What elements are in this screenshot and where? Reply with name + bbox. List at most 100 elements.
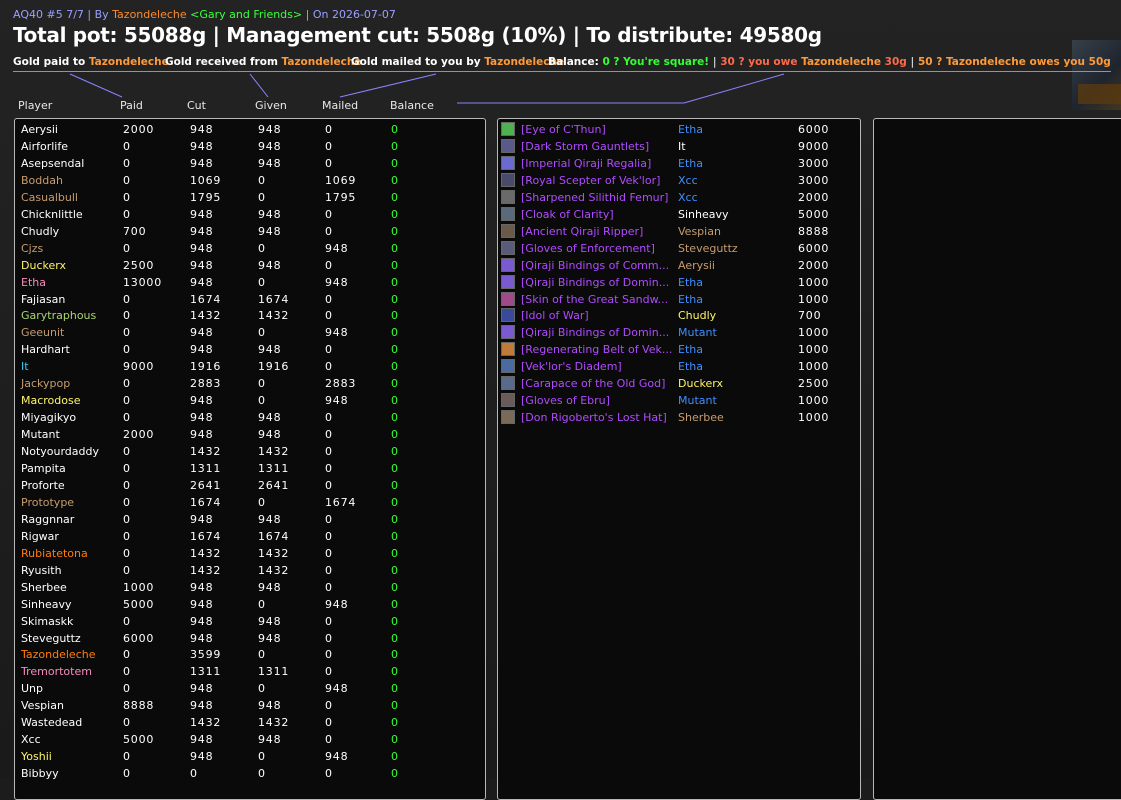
item-winner: Etha [678,275,703,289]
item-icon[interactable] [501,138,515,153]
loot-row[interactable]: [Qiraji Bindings of Comm... Aerysii 2000 [498,257,853,274]
player-row[interactable]: Mutant 2000 948 948 0 0 [15,426,475,443]
item-icon[interactable] [501,172,515,187]
loot-row[interactable]: [Royal Scepter of Vek'lor] Xcc 3000 [498,172,853,189]
player-row[interactable]: Wastedead 0 1432 1432 0 0 [15,714,475,731]
item-link[interactable]: [Skin of the Great Sandw... [521,291,668,308]
item-icon[interactable] [501,376,515,391]
player-row[interactable]: Notyourdaddy 0 1432 1432 0 0 [15,443,475,460]
loot-row[interactable]: [Skin of the Great Sandw... Etha 1000 [498,291,853,308]
player-row[interactable]: Chicknlittle 0 948 948 0 0 [15,206,475,223]
item-link[interactable]: [Dark Storm Gauntlets] [521,138,649,155]
player-row[interactable]: Ryusith 0 1432 1432 0 0 [15,562,475,579]
item-icon[interactable] [501,359,515,374]
loot-row[interactable]: [Qiraji Bindings of Domin... Mutant 1000 [498,324,853,341]
player-row[interactable]: Bibbyy 0 0 0 0 0 [15,765,475,782]
loot-row[interactable]: [Dark Storm Gauntlets] It 9000 [498,138,853,155]
item-link[interactable]: [Cloak of Clarity] [521,206,614,223]
player-row[interactable]: Duckerx 2500 948 948 0 0 [15,257,475,274]
player-mailed: 0 [325,360,333,374]
player-row[interactable]: Vespian 8888 948 948 0 0 [15,697,475,714]
player-row[interactable]: Raggnnar 0 948 948 0 0 [15,511,475,528]
player-row[interactable]: Macrodose 0 948 0 948 0 [15,392,475,409]
item-link[interactable]: [Imperial Qiraji Regalia] [521,155,651,172]
player-row[interactable]: Etha 13000 948 0 948 0 [15,274,475,291]
item-icon[interactable] [501,122,515,136]
player-row[interactable]: Asepsendal 0 948 948 0 0 [15,155,475,172]
item-icon[interactable] [501,410,515,425]
loot-row[interactable]: [Sharpened Silithid Femur] Xcc 2000 [498,189,853,206]
loot-row[interactable]: [Carapace of the Old God] Duckerx 2500 [498,375,853,392]
player-row[interactable]: Xcc 5000 948 948 0 0 [15,731,475,748]
item-link[interactable]: [Royal Scepter of Vek'lor] [521,172,660,189]
player-row[interactable]: Sherbee 1000 948 948 0 0 [15,579,475,596]
player-paid: 0 [123,411,131,425]
player-row[interactable]: Hardhart 0 948 948 0 0 [15,341,475,358]
item-link[interactable]: [Qiraji Bindings of Domin... [521,274,669,291]
player-row[interactable]: Tazondeleche 0 3599 0 0 0 [15,646,475,663]
item-link[interactable]: [Idol of War] [521,307,589,324]
loot-row[interactable]: [Imperial Qiraji Regalia] Etha 3000 [498,155,853,172]
player-row[interactable]: Aerysii 2000 948 948 0 0 [15,121,475,138]
player-row[interactable]: Unp 0 948 0 948 0 [15,680,475,697]
player-row[interactable]: Cjzs 0 948 0 948 0 [15,240,475,257]
loot-row[interactable]: [Gloves of Enforcement] Steveguttz 6000 [498,240,853,257]
item-icon[interactable] [501,257,515,272]
item-link[interactable]: [Regenerating Belt of Vek... [521,341,672,358]
loot-row[interactable]: [Idol of War] Chudly 700 [498,307,853,324]
loot-panel[interactable]: [Eye of C'Thun] Etha 6000 [Dark Storm Gaunt… [497,118,861,800]
player-row[interactable]: Geeunit 0 948 0 948 0 [15,324,475,341]
player-row[interactable]: Chudly 700 948 948 0 0 [15,223,475,240]
item-icon[interactable] [501,206,515,221]
item-icon[interactable] [501,393,515,408]
item-link[interactable]: [Carapace of the Old God] [521,375,665,392]
item-icon[interactable] [501,308,515,323]
player-row[interactable]: Tremortotem 0 1311 1311 0 0 [15,663,475,680]
item-link[interactable]: [Qiraji Bindings of Comm... [521,257,669,274]
player-row[interactable]: Rigwar 0 1674 1674 0 0 [15,528,475,545]
player-row[interactable]: Jackypop 0 2883 0 2883 0 [15,375,475,392]
player-row[interactable]: Prototype 0 1674 0 1674 0 [15,494,475,511]
loot-row[interactable]: [Regenerating Belt of Vek... Etha 1000 [498,341,853,358]
loot-row[interactable]: [Gloves of Ebru] Mutant 1000 [498,392,853,409]
player-row[interactable]: Miyagikyo 0 948 948 0 0 [15,409,475,426]
player-row[interactable]: Boddah 0 1069 0 1069 0 [15,172,475,189]
item-icon[interactable] [501,274,515,289]
item-link[interactable]: [Ancient Qiraji Ripper] [521,223,643,240]
player-row[interactable]: Yoshii 0 948 0 948 0 [15,748,475,765]
player-row[interactable]: Fajiasan 0 1674 1674 0 0 [15,291,475,308]
loot-row[interactable]: [Ancient Qiraji Ripper] Vespian 8888 [498,223,853,240]
player-row[interactable]: Proforte 0 2641 2641 0 0 [15,477,475,494]
item-link[interactable]: [Eye of C'Thun] [521,121,606,138]
item-link[interactable]: [Don Rigoberto's Lost Hat] [521,409,667,426]
item-icon[interactable] [501,189,515,204]
player-paid: 0 [123,139,131,153]
players-panel[interactable]: Aerysii 2000 948 948 0 0 Airforlife 0 948 948 0 0 As… [14,118,486,800]
loot-row[interactable]: [Cloak of Clarity] Sinheavy 5000 [498,206,853,223]
player-row[interactable]: Rubiatetona 0 1432 1432 0 0 [15,545,475,562]
item-icon[interactable] [501,155,515,170]
loot-row[interactable]: [Don Rigoberto's Lost Hat] Sherbee 1000 [498,409,853,426]
player-row[interactable]: Airforlife 0 948 948 0 0 [15,138,475,155]
player-row[interactable]: Pampita 0 1311 1311 0 0 [15,460,475,477]
player-cut: 948 [190,580,214,594]
player-row[interactable]: Sinheavy 5000 948 0 948 0 [15,596,475,613]
loot-row[interactable]: [Eye of C'Thun] Etha 6000 [498,121,853,138]
item-icon[interactable] [501,223,515,238]
player-row[interactable]: It 9000 1916 1916 0 0 [15,358,475,375]
item-link[interactable]: [Gloves of Enforcement] [521,240,655,257]
player-row[interactable]: Steveguttz 6000 948 948 0 0 [15,630,475,647]
item-icon[interactable] [501,291,515,306]
player-row[interactable]: Garytraphous 0 1432 1432 0 0 [15,307,475,324]
item-icon[interactable] [501,342,515,357]
item-link[interactable]: [Qiraji Bindings of Domin... [521,324,669,341]
item-link[interactable]: [Sharpened Silithid Femur] [521,189,668,206]
loot-row[interactable]: [Qiraji Bindings of Domin... Etha 1000 [498,274,853,291]
item-icon[interactable] [501,240,515,255]
item-icon[interactable] [501,325,515,340]
item-link[interactable]: [Gloves of Ebru] [521,392,610,409]
loot-row[interactable]: [Vek'lor's Diadem] Etha 1000 [498,358,853,375]
item-link[interactable]: [Vek'lor's Diadem] [521,358,622,375]
player-row[interactable]: Casualbull 0 1795 0 1795 0 [15,189,475,206]
player-row[interactable]: Skimaskk 0 948 948 0 0 [15,613,475,630]
